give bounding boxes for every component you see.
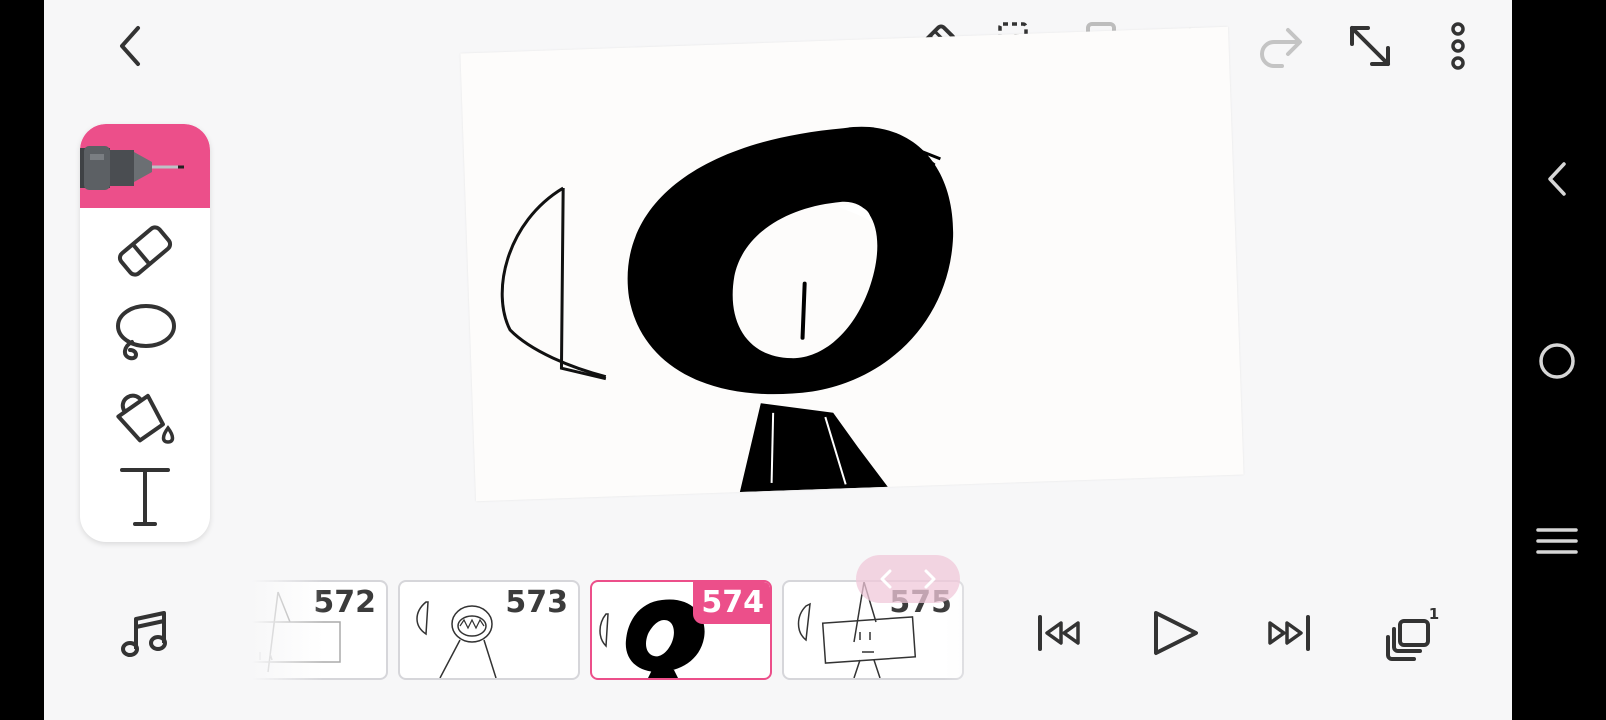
play-button[interactable] xyxy=(1144,603,1204,663)
lasso-tool[interactable] xyxy=(110,298,180,368)
pen-tool[interactable] xyxy=(80,124,210,208)
text-tool[interactable] xyxy=(110,462,180,532)
chevron-left-icon xyxy=(880,569,892,589)
home-icon xyxy=(1539,343,1575,379)
more-vertical-icon xyxy=(1451,22,1465,70)
music-note-icon xyxy=(121,611,167,657)
fill-tool[interactable] xyxy=(110,380,180,450)
tool-palette xyxy=(80,124,210,542)
fullscreen-button[interactable] xyxy=(1340,16,1400,76)
fill-bucket-icon xyxy=(116,393,175,444)
system-recents-button[interactable] xyxy=(1530,514,1584,568)
skip-to-start-icon xyxy=(1038,615,1080,651)
drawing-canvas[interactable] xyxy=(460,26,1244,502)
lasso-icon xyxy=(116,304,176,361)
first-frame-button[interactable] xyxy=(1030,603,1090,663)
play-icon xyxy=(1154,611,1198,655)
layers-button[interactable]: 1 xyxy=(1382,603,1442,663)
back-icon xyxy=(1548,162,1566,196)
frame-number: 573 xyxy=(505,585,568,620)
last-frame-button[interactable] xyxy=(1258,603,1318,663)
redo-button[interactable] xyxy=(1252,16,1312,76)
layers-count: 1 xyxy=(1429,605,1439,623)
frame-number: 574 xyxy=(693,582,770,624)
system-back-button[interactable] xyxy=(1530,152,1584,206)
eraser-tool[interactable] xyxy=(110,216,180,286)
system-home-button[interactable] xyxy=(1530,334,1584,388)
frame-nav-arrows xyxy=(880,569,936,589)
frame-nav-pill[interactable] xyxy=(856,555,960,603)
canvas-drawing xyxy=(500,126,954,493)
frame-thumbnail-574[interactable]: 574 xyxy=(590,580,772,680)
redo-icon xyxy=(1260,28,1302,68)
filmstrip-fade-left xyxy=(244,578,324,686)
back-button[interactable] xyxy=(102,16,162,76)
recents-icon xyxy=(1536,528,1578,554)
text-icon xyxy=(120,468,170,526)
music-button[interactable] xyxy=(116,603,176,663)
eraser-icon xyxy=(117,225,173,277)
pen-icon xyxy=(80,146,184,190)
animation-editor: 572 573 574 1 xyxy=(44,0,1512,720)
frame-thumbnail-573[interactable]: 573 xyxy=(398,580,580,680)
chevron-right-icon xyxy=(924,569,936,589)
layers-icon: 1 xyxy=(1386,605,1439,661)
chevron-left-icon xyxy=(120,26,140,66)
more-options-button[interactable] xyxy=(1428,16,1488,76)
expand-icon xyxy=(1350,26,1390,66)
skip-to-end-icon xyxy=(1268,615,1310,651)
